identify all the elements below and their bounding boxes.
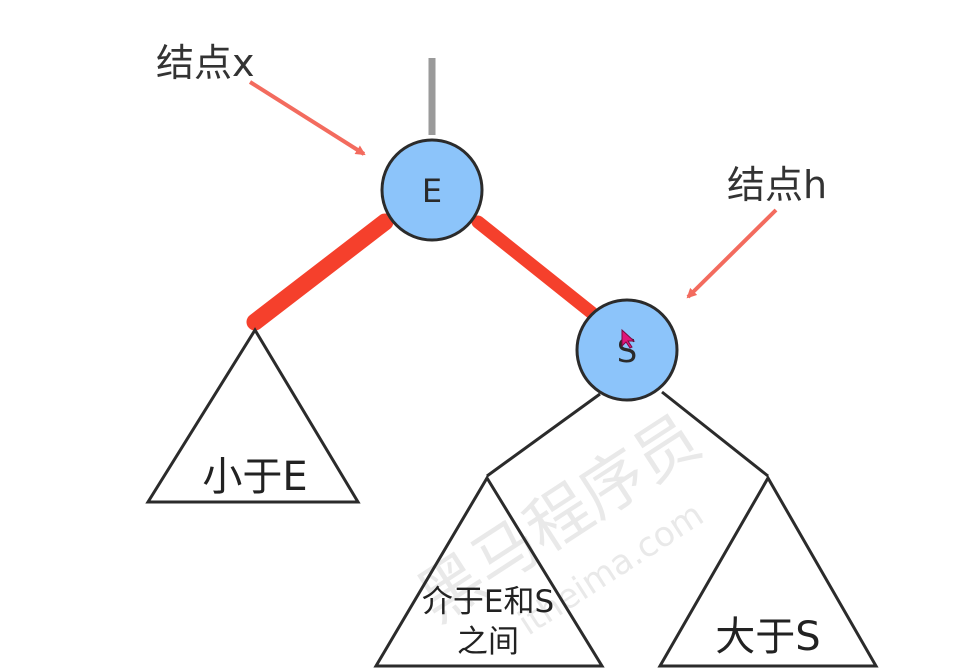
watermark: 黑马程序员 itheima.com [405, 401, 714, 644]
subtree-less-than-e-label: 小于E [202, 454, 307, 500]
subtree-between-label-line2: 之间 [457, 624, 519, 660]
callout-node-x-arrow [248, 80, 366, 156]
red-link-right [471, 215, 599, 320]
subtree-between-label-line1: 介于E和S [422, 584, 554, 620]
node-e-label: E [422, 172, 442, 210]
callout-node-x-label: 结点x [156, 41, 255, 85]
callout-node-h-arrow [686, 208, 778, 299]
node-s: S [575, 298, 679, 402]
subtree-greater-than-s-label: 大于S [715, 614, 820, 660]
node-e: E [380, 138, 484, 242]
red-black-tree-rotation-diagram: 黑马程序员 itheima.com 小于E 介于E和S 之间 大于S E S 结… [145, 41, 879, 668]
callout-node-h-label: 结点h [727, 163, 827, 207]
red-link-left [246, 213, 394, 331]
diagram-stage: 黑马程序员 itheima.com 小于E 介于E和S 之间 大于S E S 结… [0, 0, 979, 671]
